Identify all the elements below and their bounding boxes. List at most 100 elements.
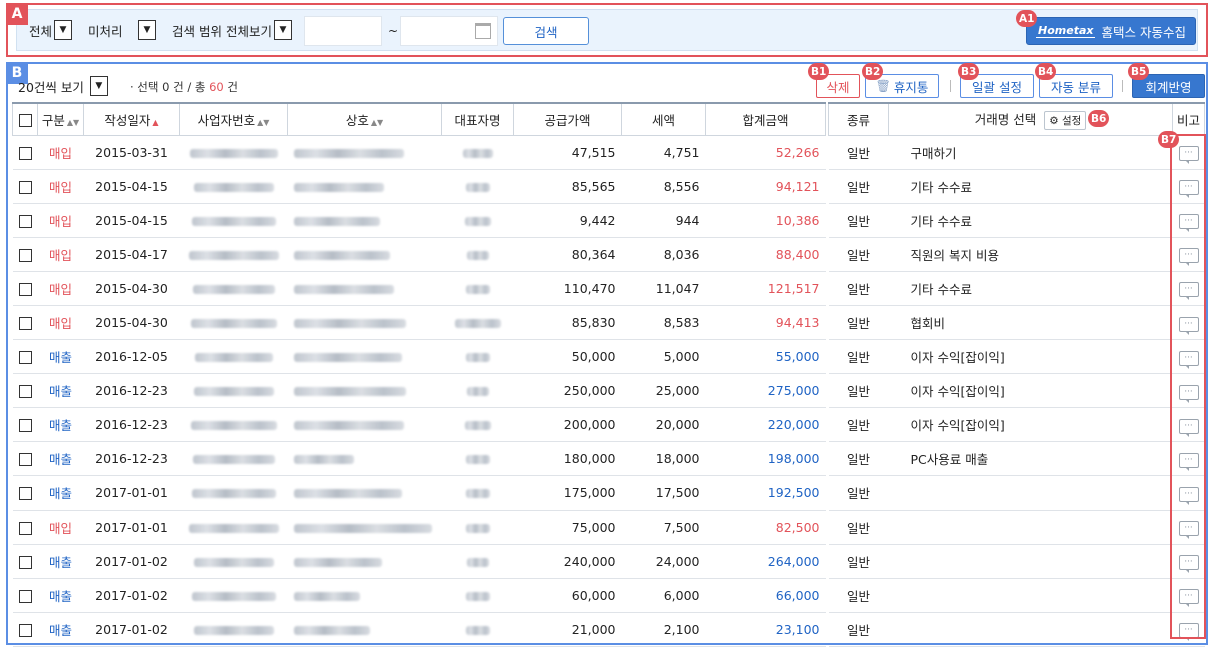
- table-row[interactable]: 일반 기타 수수료 ···: [828, 202, 1205, 238]
- row-memo-cell[interactable]: ···: [1172, 339, 1205, 375]
- table-row[interactable]: 일반 구매하기 ···: [828, 134, 1205, 170]
- type-select[interactable]: 전체 ▼: [29, 16, 73, 44]
- table-row[interactable]: 매출 2016-12-23 250,000 25,000 275,000: [12, 373, 826, 409]
- table-row[interactable]: 매입 2015-04-15 9,442 944 10,386: [12, 202, 826, 238]
- memo-icon[interactable]: ···: [1178, 623, 1199, 642]
- table-row[interactable]: 일반 기타 수수료 ···: [828, 168, 1205, 204]
- start-date-input[interactable]: [304, 16, 382, 46]
- table-row[interactable]: 매입 2015-04-15 85,565 8,556 94,121: [12, 168, 826, 204]
- row-checkbox-cell[interactable]: [12, 509, 38, 545]
- row-account-select[interactable]: [888, 611, 1173, 647]
- select-all-checkbox-cell[interactable]: [12, 102, 38, 136]
- end-date-input[interactable]: [400, 16, 498, 46]
- row-checkbox-cell[interactable]: [12, 611, 38, 647]
- row-memo-cell[interactable]: ···: [1172, 168, 1205, 204]
- memo-icon[interactable]: ···: [1178, 589, 1199, 608]
- row-memo-cell[interactable]: ···: [1172, 407, 1205, 443]
- row-checkbox-cell[interactable]: [12, 270, 38, 306]
- row-checkbox[interactable]: [18, 214, 32, 228]
- row-account-select[interactable]: [888, 577, 1173, 613]
- row-checkbox-cell[interactable]: [12, 543, 38, 579]
- table-row[interactable]: 일반 ···: [828, 611, 1205, 647]
- row-checkbox[interactable]: [18, 248, 32, 262]
- table-row[interactable]: 매출 2017-01-01 175,000 17,500 192,500: [12, 475, 826, 511]
- row-checkbox[interactable]: [18, 282, 32, 296]
- table-row[interactable]: 일반 ···: [828, 577, 1205, 613]
- row-checkbox[interactable]: [18, 521, 32, 535]
- row-account-select[interactable]: 이자 수익[잡이익]: [888, 339, 1173, 375]
- row-checkbox-cell[interactable]: [12, 304, 38, 341]
- row-checkbox[interactable]: [18, 317, 32, 331]
- memo-icon[interactable]: ···: [1178, 146, 1199, 165]
- row-checkbox-cell[interactable]: [12, 475, 38, 511]
- row-checkbox[interactable]: [18, 351, 32, 365]
- memo-icon[interactable]: ···: [1178, 452, 1199, 471]
- memo-icon[interactable]: ···: [1178, 384, 1199, 403]
- row-account-select[interactable]: 기타 수수료: [888, 202, 1173, 238]
- memo-icon[interactable]: ···: [1178, 316, 1199, 335]
- table-row[interactable]: 매출 2016-12-23 180,000 18,000 198,000: [12, 441, 826, 477]
- search-button[interactable]: 검색: [503, 17, 589, 45]
- row-account-select[interactable]: 기타 수수료: [888, 168, 1173, 204]
- row-account-select[interactable]: [888, 509, 1173, 545]
- table-row[interactable]: 매입 2015-04-17 80,364 8,036 88,400: [12, 236, 826, 272]
- row-checkbox-cell[interactable]: [12, 339, 38, 375]
- row-checkbox-cell[interactable]: [12, 202, 38, 238]
- status-select[interactable]: 미처리 ▼: [88, 16, 156, 44]
- row-checkbox[interactable]: [18, 589, 32, 603]
- row-checkbox[interactable]: [18, 419, 32, 433]
- row-checkbox-cell[interactable]: [12, 134, 38, 170]
- memo-icon[interactable]: ···: [1178, 486, 1199, 505]
- table-row[interactable]: 일반 이자 수익[잡이익] ···: [828, 339, 1205, 375]
- row-account-select[interactable]: PC사용료 매출: [888, 441, 1173, 477]
- row-checkbox-cell[interactable]: [12, 577, 38, 613]
- table-row[interactable]: 일반 ···: [828, 543, 1205, 579]
- row-account-select[interactable]: [888, 543, 1173, 579]
- memo-icon[interactable]: ···: [1178, 555, 1199, 574]
- row-memo-cell[interactable]: ···: [1172, 202, 1205, 238]
- table-row[interactable]: 일반 기타 수수료 ···: [828, 270, 1205, 306]
- row-checkbox-cell[interactable]: [12, 373, 38, 409]
- col-category[interactable]: 구분 ▲▼: [37, 102, 84, 136]
- row-memo-cell[interactable]: ···: [1172, 236, 1205, 272]
- table-row[interactable]: 매출 2017-01-02 21,000 2,100 23,100: [12, 611, 826, 647]
- memo-icon[interactable]: ···: [1178, 521, 1199, 540]
- row-checkbox[interactable]: [18, 453, 32, 467]
- col-date[interactable]: 작성일자 ▲: [83, 102, 180, 136]
- row-memo-cell[interactable]: ···: [1172, 441, 1205, 477]
- row-checkbox[interactable]: [18, 146, 32, 160]
- table-row[interactable]: 매입 2017-01-01 75,000 7,500 82,500: [12, 509, 826, 545]
- memo-icon[interactable]: ···: [1178, 214, 1199, 233]
- table-row[interactable]: 매출 2016-12-05 50,000 5,000 55,000: [12, 339, 826, 375]
- row-checkbox-cell[interactable]: [12, 407, 38, 443]
- row-account-select[interactable]: 기타 수수료: [888, 270, 1173, 306]
- table-row[interactable]: 일반 직원의 복지 비용 ···: [828, 236, 1205, 272]
- row-memo-cell[interactable]: ···: [1172, 611, 1205, 647]
- col-name[interactable]: 상호 ▲▼: [287, 102, 442, 136]
- row-account-select[interactable]: 구매하기: [888, 134, 1173, 170]
- row-checkbox-cell[interactable]: [12, 236, 38, 272]
- row-checkbox[interactable]: [18, 623, 32, 637]
- row-memo-cell[interactable]: ···: [1172, 577, 1205, 613]
- select-all-checkbox[interactable]: [18, 113, 32, 127]
- table-row[interactable]: 매입 2015-04-30 110,470 11,047 121,517: [12, 270, 826, 306]
- row-memo-cell[interactable]: ···: [1172, 270, 1205, 306]
- table-row[interactable]: 매출 2017-01-02 60,000 6,000 66,000: [12, 577, 826, 613]
- table-row[interactable]: 일반 이자 수익[잡이익] ···: [828, 407, 1205, 443]
- row-checkbox[interactable]: [18, 180, 32, 194]
- row-memo-cell[interactable]: ···: [1172, 475, 1205, 511]
- calendar-icon[interactable]: [475, 23, 491, 39]
- col-biz-no[interactable]: 사업자번호 ▲▼: [179, 102, 288, 136]
- table-row[interactable]: 일반 이자 수익[잡이익] ···: [828, 373, 1205, 409]
- row-checkbox-cell[interactable]: [12, 441, 38, 477]
- row-checkbox-cell[interactable]: [12, 168, 38, 204]
- memo-icon[interactable]: ···: [1178, 350, 1199, 369]
- row-checkbox[interactable]: [18, 487, 32, 501]
- table-row[interactable]: 일반 협회비 ···: [828, 304, 1205, 341]
- memo-icon[interactable]: ···: [1178, 180, 1199, 199]
- table-row[interactable]: 매입 2015-03-31 47,515 4,751 52,266: [12, 134, 826, 170]
- row-checkbox[interactable]: [18, 385, 32, 399]
- hometax-collect-button[interactable]: Hometax 홈택스 자동수집: [1026, 17, 1196, 45]
- table-row[interactable]: 일반 ···: [828, 475, 1205, 511]
- per-page-select[interactable]: 20건씩 보기 ▼: [18, 76, 108, 96]
